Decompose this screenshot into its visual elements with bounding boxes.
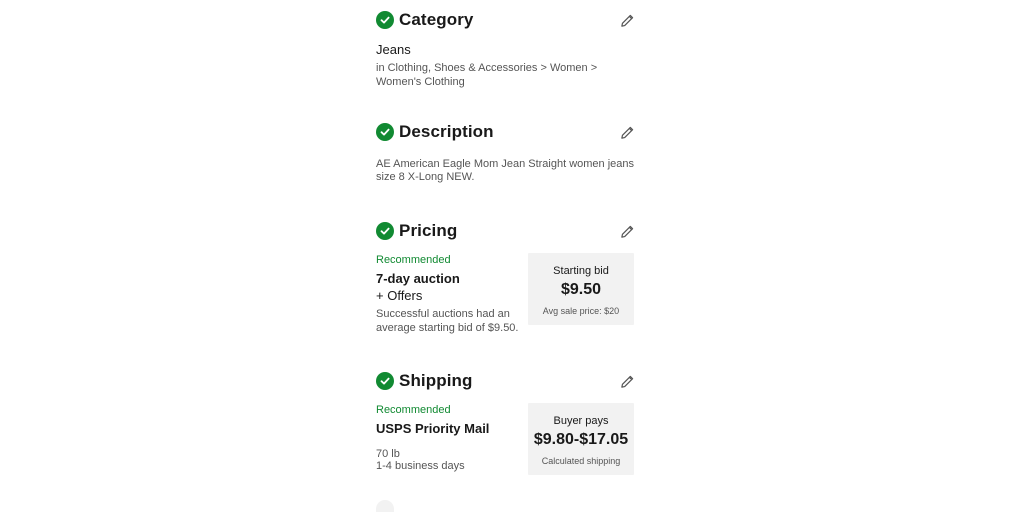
category-header: Category [376,10,636,34]
category-title: Category [399,10,474,29]
edit-category-pencil-icon[interactable] [618,11,636,29]
shipping-header: Shipping [376,371,636,395]
pricing-title: Pricing [399,221,458,240]
shipping-recommended: Recommended [376,404,451,416]
pricing-hint-line1: Successful auctions had an [376,308,510,320]
check-icon [376,222,394,240]
buyer-pays-price: $9.80-$17.05 [533,431,629,448]
description-header: Description [376,122,636,146]
edit-description-pencil-icon[interactable] [618,123,636,141]
check-icon [376,372,394,390]
calculated-shipping-note: Calculated shipping [541,456,621,466]
check-icon [376,123,394,141]
buyer-pays-box: Buyer pays $9.80-$17.05 Calculated shipp… [528,403,634,475]
starting-bid-price: $9.50 [560,281,602,298]
description-line2: size 8 X-Long NEW. [376,171,475,183]
category-path-line1: in Clothing, Shoes & Accessories > Women… [376,62,598,74]
shipping-days: 1-4 business days [376,460,465,472]
category-section: Category Jeans in Clothing, Shoes & Acce… [376,10,636,88]
pricing-format-line1: 7-day auction [376,271,460,286]
pricing-hint-line2: average starting bid of $9.50. [376,322,519,334]
category-path-line2: Women's Clothing [376,76,465,88]
starting-bid-label: Starting bid [553,265,609,277]
pricing-format-line2: + Offers [376,288,423,303]
shipping-section: Shipping Recommended USPS Priority Mail … [376,371,636,475]
shipping-service: USPS Priority Mail [376,421,490,436]
category-value: Jeans [376,42,411,57]
avg-sale-price-note: Avg sale price: $20 [542,306,620,316]
pricing-recommended: Recommended [376,254,451,266]
edit-pricing-pencil-icon[interactable] [618,222,636,240]
starting-bid-box: Starting bid $9.50 Avg sale price: $20 [528,253,634,325]
shipping-title: Shipping [399,371,473,390]
description-section: Description AE American Eagle Mom Jean S… [376,122,636,183]
description-title: Description [399,122,494,141]
description-line1: AE American Eagle Mom Jean Straight wome… [376,158,635,170]
buyer-pays-label: Buyer pays [553,415,609,427]
pricing-section: Pricing Recommended 7-day auction + Offe… [376,221,636,334]
pricing-header: Pricing [376,221,636,245]
check-icon [376,11,394,29]
next-section-partial-icon [376,500,394,512]
edit-shipping-pencil-icon[interactable] [618,372,636,390]
